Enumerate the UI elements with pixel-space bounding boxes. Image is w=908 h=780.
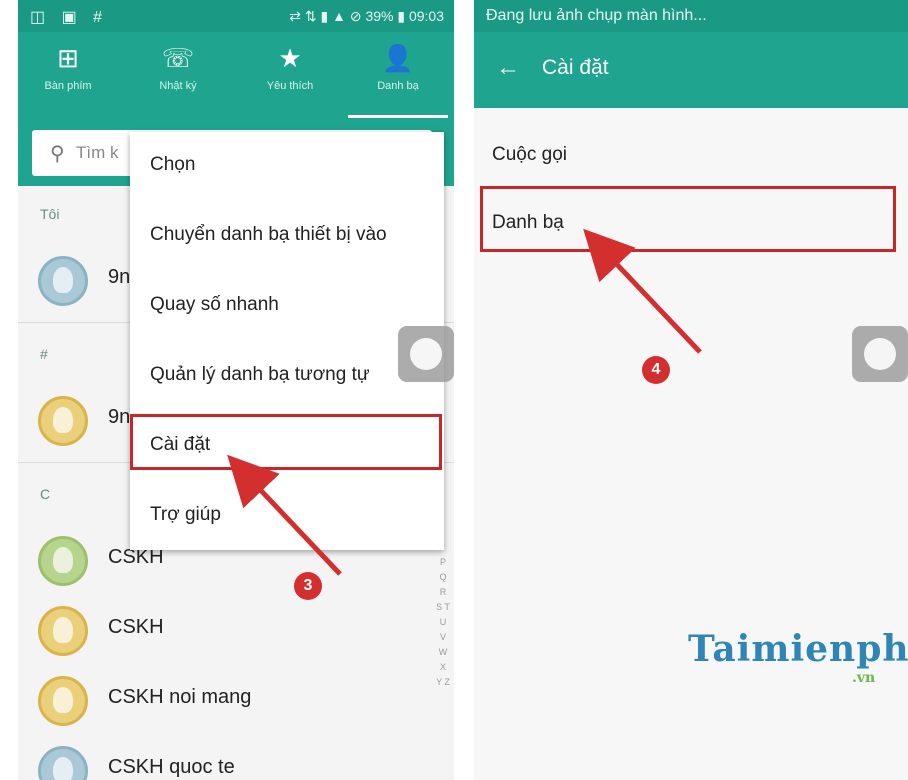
status-right-info: ⇄ ⇅ ▮ ▲ ⊘ 39% ▮ 09:03 <box>289 8 444 24</box>
alphabet-index[interactable]: P Q R S T U V W X Y Z <box>436 555 450 690</box>
contact-name: 9n <box>108 266 131 288</box>
contact-name: CSKH noi mang <box>108 686 252 708</box>
page-title: Cài đặt <box>542 56 609 79</box>
tab-keypad[interactable]: ⊞ Bàn phím <box>18 32 118 118</box>
tab-favorites[interactable]: ★ Yêu thích <box>240 32 340 118</box>
tab-label: Bàn phím <box>44 80 92 92</box>
menu-item-select[interactable]: Chọn <box>150 154 195 176</box>
contact-name: CSKH quoc te <box>108 756 235 778</box>
tab-call-log[interactable]: ☏ Nhật ký <box>128 32 228 118</box>
tab-bar: ⊞ Bàn phím ☏ Nhật ký ★ Yêu thích 👤 Danh … <box>18 32 454 118</box>
assistive-touch-button[interactable] <box>398 326 454 382</box>
contact-name: CSKH <box>108 616 164 638</box>
section-header-hash: # <box>40 346 48 362</box>
contact-row[interactable]: CSKH quoc te <box>18 740 438 780</box>
highlight-contacts <box>480 186 896 252</box>
menu-item-import-contacts[interactable]: Chuyển danh bạ thiết bị vào <box>150 224 387 246</box>
call-log-icon: ☏ <box>161 43 195 73</box>
tab-contacts[interactable]: 👤 Danh bạ <box>348 32 448 118</box>
search-icon: ⚲ <box>50 143 65 165</box>
avatar <box>38 676 88 726</box>
avatar <box>38 396 88 446</box>
watermark-logo-sub: .vn <box>852 670 876 686</box>
contact-name: 9n <box>108 406 131 428</box>
setting-item-calls[interactable]: Cuộc gọi <box>492 144 567 166</box>
step-badge-3: 3 <box>294 572 322 600</box>
keypad-icon: ⊞ <box>57 43 79 73</box>
status-bar: ◫ ▣ # ⇄ ⇅ ▮ ▲ ⊘ 39% ▮ 09:03 <box>18 0 454 32</box>
back-arrow-icon[interactable]: ← <box>496 54 520 82</box>
screenshot-saving-notice: Đang lưu ảnh chụp màn hình... <box>486 7 707 24</box>
status-bar: Đang lưu ảnh chụp màn hình... <box>474 0 908 32</box>
tab-label: Nhật ký <box>159 80 197 92</box>
app-bar: ← Cài đặt <box>474 32 908 108</box>
avatar <box>38 606 88 656</box>
status-left-icons: ◫ ▣ # <box>30 9 109 26</box>
avatar <box>38 256 88 306</box>
contact-row[interactable]: CSKH noi mang <box>18 670 438 730</box>
avatar <box>38 536 88 586</box>
highlight-settings <box>130 414 442 470</box>
section-header-me: Tôi <box>40 206 60 222</box>
menu-item-manage-duplicates[interactable]: Quản lý danh bạ tương tự <box>150 364 370 386</box>
overflow-menu: Chọn Chuyển danh bạ thiết bị vào Quay số… <box>130 132 444 550</box>
tab-label: Yêu thích <box>266 80 314 92</box>
tab-label: Danh bạ <box>377 80 419 92</box>
menu-item-speed-dial[interactable]: Quay số nhanh <box>150 294 279 316</box>
assistive-touch-button[interactable] <box>852 326 908 382</box>
search-placeholder: Tìm k <box>76 143 119 162</box>
person-icon: 👤 <box>381 43 415 73</box>
star-icon: ★ <box>278 43 302 73</box>
avatar <box>38 746 88 780</box>
menu-item-help[interactable]: Trợ giúp <box>150 504 221 526</box>
section-header-c: C <box>40 486 51 502</box>
step-badge-4: 4 <box>642 356 670 384</box>
watermark-logo: Taimienphi <box>688 628 908 670</box>
contact-row[interactable]: CSKH <box>18 600 438 660</box>
